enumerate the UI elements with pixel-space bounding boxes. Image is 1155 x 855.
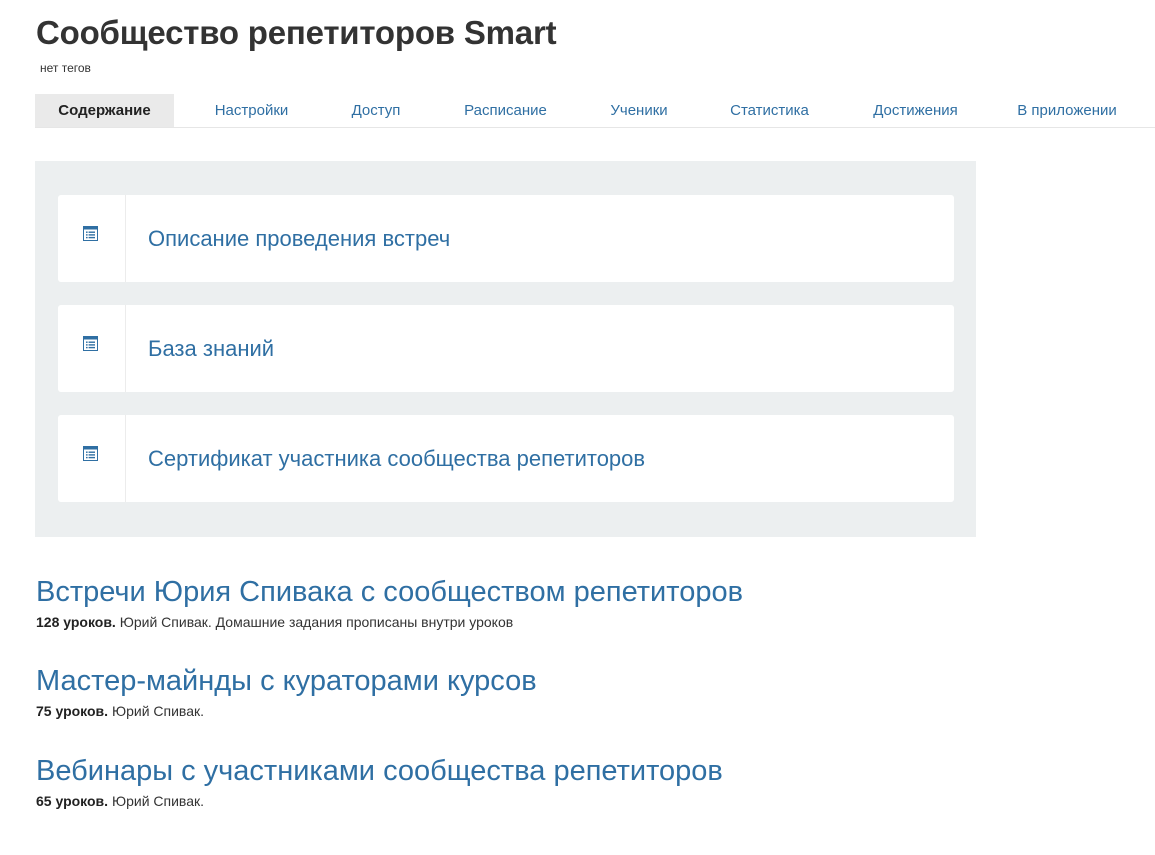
page: Сообщество репетиторов Smart нет тегов С… [0,0,1155,855]
course-meta: 128 уроков. Юрий Спивак. Домашние задани… [36,614,743,630]
course-title-link[interactable]: Мастер-майнды с кураторами курсов [36,664,537,698]
course-meta: 65 уроков. Юрий Спивак. [36,793,723,809]
tab-in-app[interactable]: В приложении [982,94,1152,127]
course-details: Юрий Спивак. Домашние задания прописаны … [119,614,514,630]
course-title-link[interactable]: Вебинары с участниками сообщества репети… [36,754,723,788]
page-card-title[interactable]: Сертификат участника сообщества репетито… [126,415,645,502]
document-list-icon [83,226,98,241]
course-item: Мастер-майнды с кураторами курсов 75 уро… [36,664,537,719]
tab-bar: Содержание Настройки Доступ Расписание У… [35,94,1155,128]
course-details: Юрий Спивак. [111,793,204,809]
page-card[interactable]: Сертификат участника сообщества репетито… [58,415,954,502]
course-details: Юрий Спивак. [111,703,204,719]
lesson-count: 75 уроков. [36,703,109,719]
tags-label: нет тегов [40,61,91,75]
page-title: Сообщество репетиторов Smart [36,14,557,51]
tab-access[interactable]: Доступ [329,94,423,127]
tab-students[interactable]: Ученики [588,94,690,127]
page-card[interactable]: Описание проведения встреч [58,195,954,282]
course-item: Встречи Юрия Спивака с сообществом репет… [36,575,743,630]
card-icon-cell [58,305,126,392]
page-card[interactable]: База знаний [58,305,954,392]
document-list-icon [83,336,98,351]
lesson-count: 128 уроков. [36,614,116,630]
tab-settings[interactable]: Настройки [174,94,329,127]
tab-achievements[interactable]: Достижения [849,94,982,127]
card-icon-cell [58,415,126,502]
tab-statistics[interactable]: Статистика [690,94,849,127]
page-card-title[interactable]: Описание проведения встреч [126,195,450,282]
lesson-count: 65 уроков. [36,793,109,809]
pages-panel: Описание проведения встреч База знаний С… [35,161,976,537]
document-list-icon [83,446,98,461]
course-item: Вебинары с участниками сообщества репети… [36,754,723,809]
card-icon-cell [58,195,126,282]
page-card-title[interactable]: База знаний [126,305,274,392]
course-title-link[interactable]: Встречи Юрия Спивака с сообществом репет… [36,575,743,609]
tab-schedule[interactable]: Расписание [423,94,588,127]
tab-content[interactable]: Содержание [35,94,174,127]
course-meta: 75 уроков. Юрий Спивак. [36,703,537,719]
